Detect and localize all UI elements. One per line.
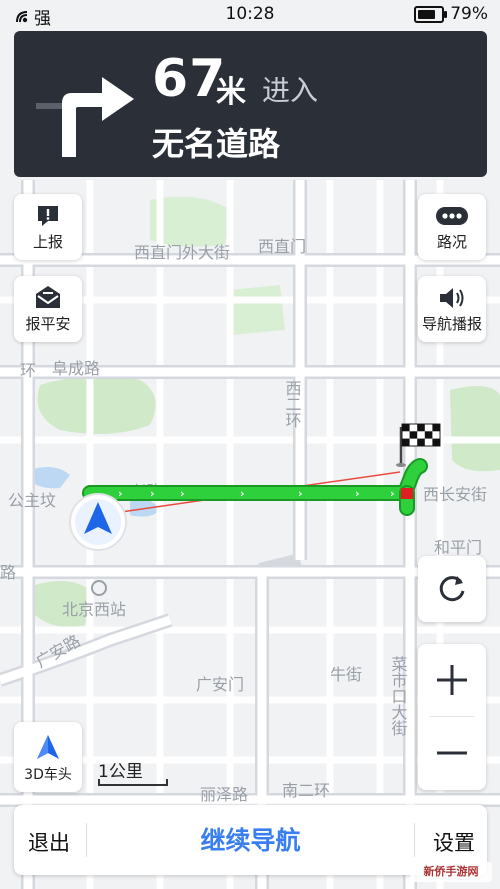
map-label: 北京西站 (62, 600, 126, 619)
distance-unit: 米 (216, 75, 246, 110)
map-label: 丽泽路 (200, 785, 248, 804)
report-button[interactable]: 上报 (14, 194, 82, 260)
svg-text:›: › (390, 487, 395, 500)
report-icon (38, 206, 58, 226)
svg-text:›: › (180, 487, 185, 500)
map-label: 路 (0, 563, 16, 582)
safe-message-icon (36, 286, 60, 308)
report-label: 上报 (32, 233, 63, 251)
map-label: 和平门 (434, 538, 482, 557)
safe-label: 报平安 (25, 315, 71, 333)
map-scale: 1公里 (98, 757, 168, 786)
traffic-button[interactable]: 路况 (418, 194, 486, 260)
location-arrow-icon (69, 493, 127, 551)
traffic-icon (436, 207, 468, 225)
watermark: 新侨手游网 (410, 862, 492, 882)
road-name: 无名道路 (152, 125, 281, 163)
battery-level: 79% (450, 4, 488, 24)
svg-text:›: › (240, 487, 245, 500)
divider (414, 823, 415, 857)
svg-text:›: › (355, 487, 360, 500)
map-label: 西二环 (283, 380, 302, 428)
svg-text:›: › (150, 487, 155, 500)
voice-button[interactable]: 导航播报 (418, 276, 486, 342)
continue-navigation-button[interactable]: 继续导航 (104, 821, 397, 857)
voice-icon (440, 288, 464, 308)
park-area (450, 386, 500, 472)
svg-text:›: › (118, 487, 123, 500)
park-area (37, 376, 156, 434)
divider (86, 823, 87, 857)
settings-button[interactable]: 设置 (433, 827, 475, 857)
map-label: 南二环 (282, 781, 330, 800)
zoom-in-icon (437, 665, 467, 695)
traffic-label: 路况 (436, 233, 467, 251)
map-label: 西长安街 (423, 485, 487, 504)
status-bar: 强 10:28 79% (0, 0, 500, 30)
safe-button[interactable]: 报平安 (14, 276, 82, 342)
turn-action: 进入 (262, 74, 319, 107)
map-label: 环 (20, 361, 36, 380)
voice-label: 导航播报 (421, 315, 482, 333)
map-label: 西直门 (258, 237, 306, 256)
zoom-control (418, 644, 486, 790)
map-label: 公主坟 (8, 491, 56, 510)
park-area (230, 285, 285, 335)
guidance-card: 67 米 进入 无名道路 (14, 31, 487, 177)
scale-bar (98, 779, 168, 786)
3d-car-icon (37, 735, 59, 759)
zoom-in-button[interactable] (418, 644, 486, 716)
car-3d-button[interactable]: 3D车头 (14, 722, 82, 792)
exit-button[interactable]: 退出 (28, 827, 70, 857)
refresh-button[interactable] (418, 556, 486, 622)
map-label: 广安门 (196, 675, 244, 694)
map-label: 牛街 (330, 665, 362, 684)
battery-icon (414, 5, 448, 23)
refresh-icon (439, 576, 465, 602)
map-label: 阜成路 (52, 359, 100, 378)
turn-right-icon (36, 77, 134, 157)
map-label: 菜市口大街 (389, 656, 408, 736)
zoom-out-icon (437, 751, 467, 755)
map-label: 西直门外大街 (134, 243, 230, 262)
svg-text:›: › (298, 487, 303, 500)
zoom-out-button[interactable] (418, 717, 486, 790)
car-3d-label: 3D车头 (24, 767, 72, 783)
